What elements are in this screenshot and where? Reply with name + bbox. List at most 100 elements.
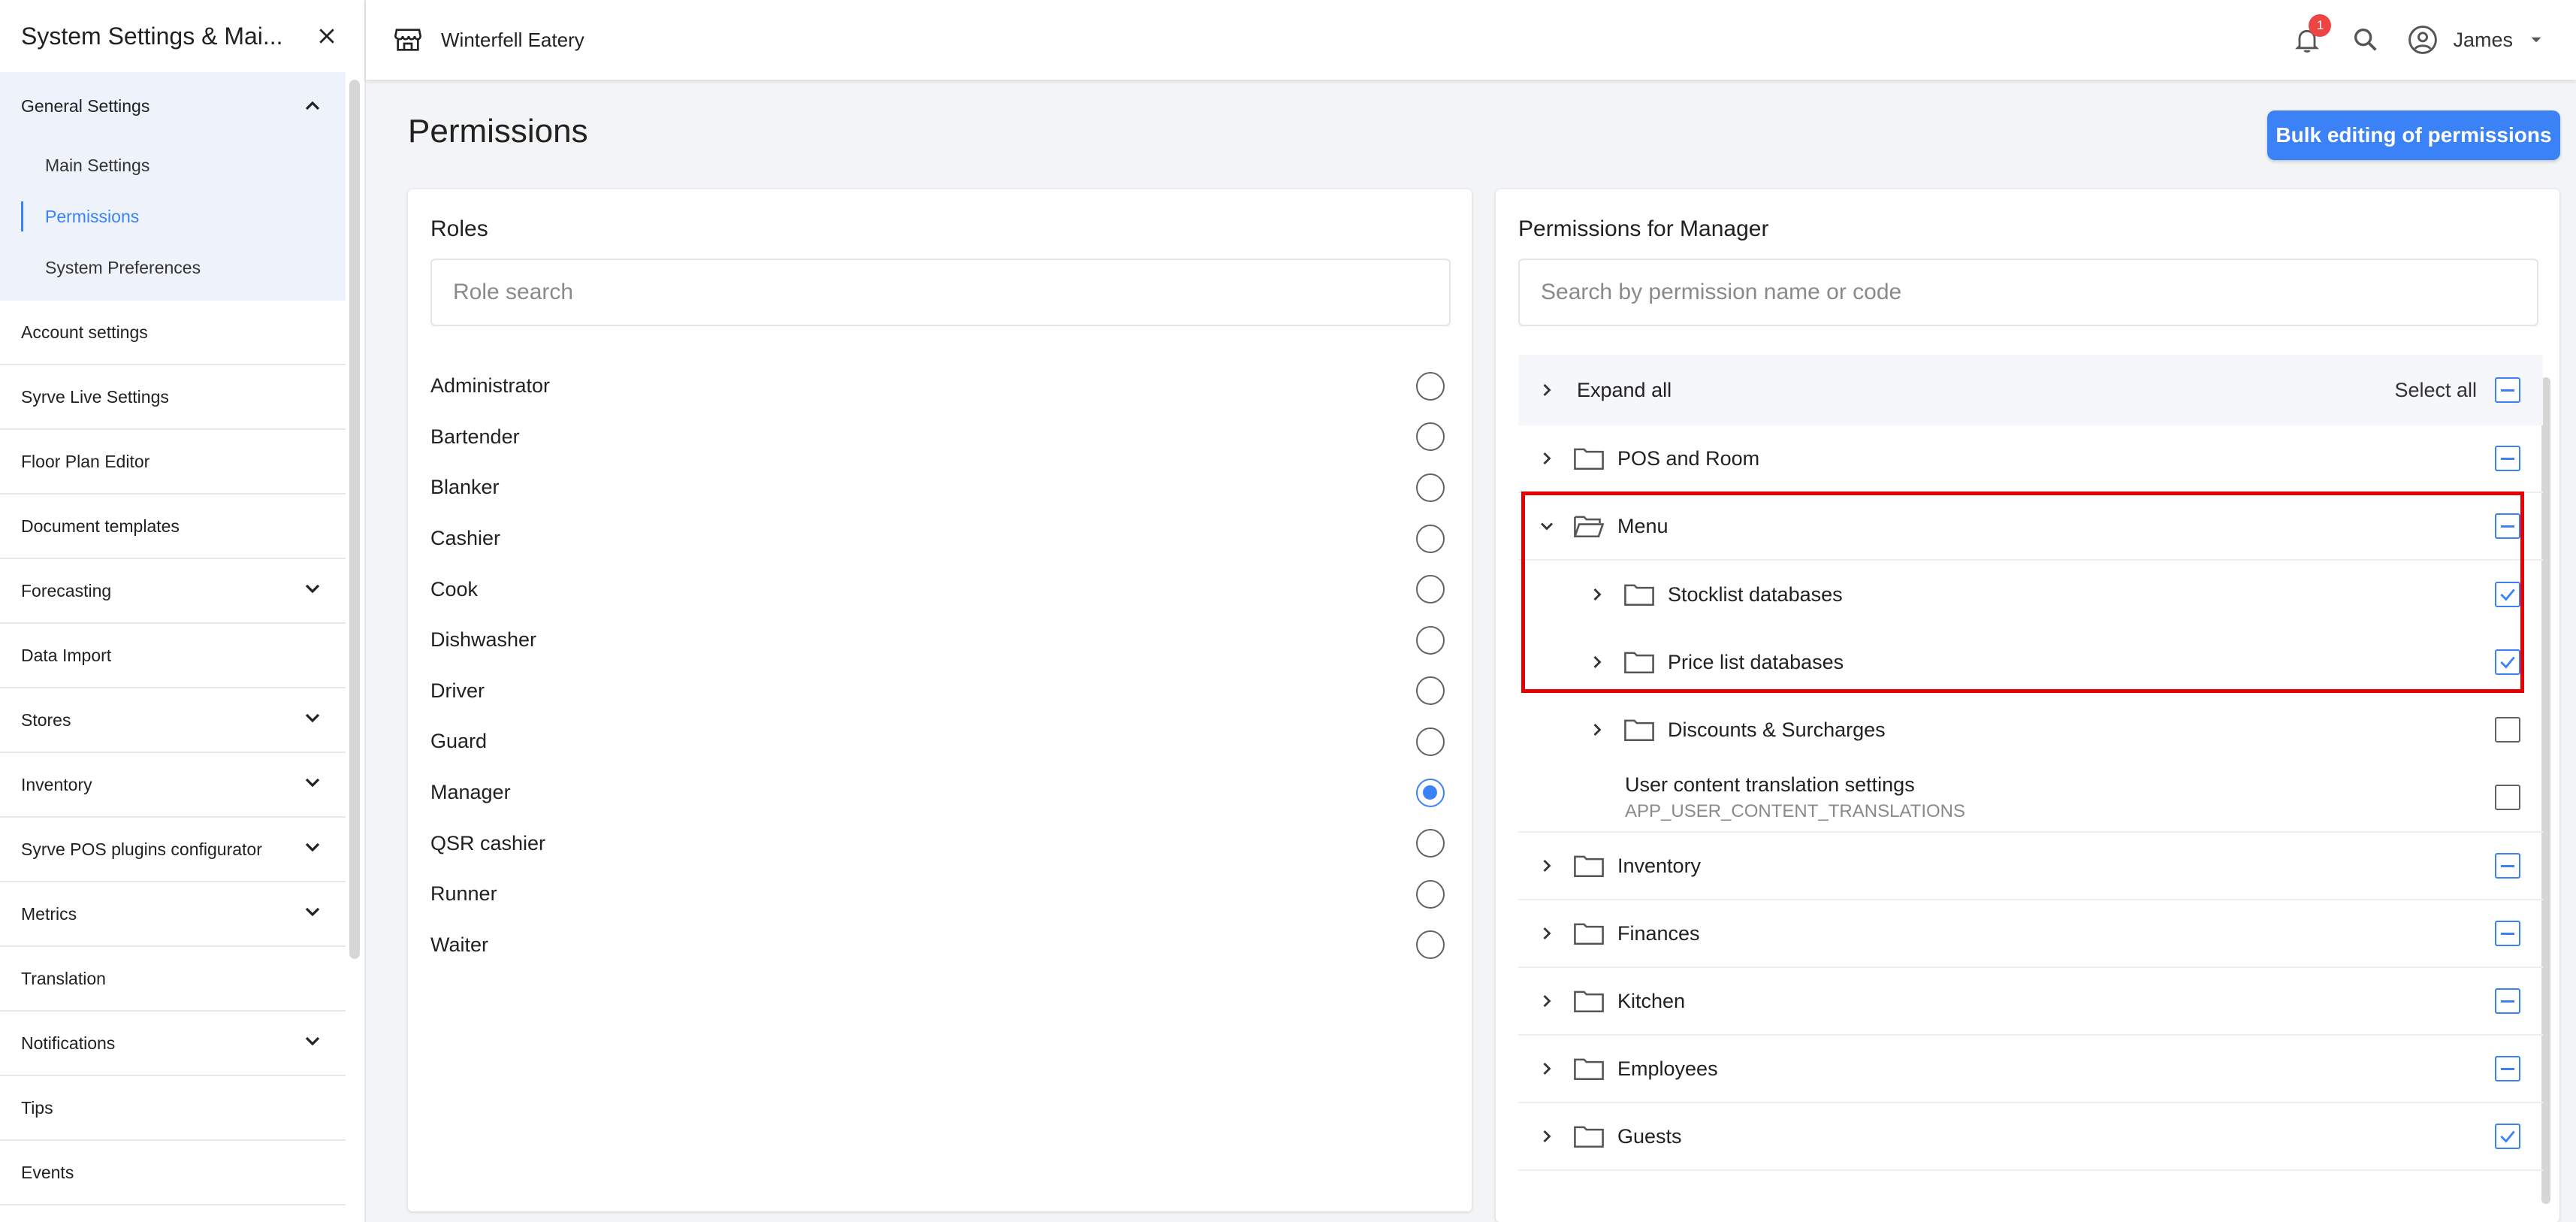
select-all-checkbox[interactable] [2495,377,2520,403]
sidebar-items: Account settings Syrve Live Settings Floor… [0,301,364,1205]
role-radio[interactable] [1416,371,1445,401]
sidebar-item-inventory[interactable]: Inventory [0,753,346,818]
sidebar-item-tips[interactable]: Tips [0,1076,346,1141]
permission-checkbox[interactable] [2495,446,2520,471]
permission-group-stocklist-databases[interactable]: Stocklist databases [1518,561,2543,628]
role-radio[interactable] [1416,524,1445,553]
sidebar-item-translation[interactable]: Translation [0,947,346,1012]
permission-item-user-content-translation[interactable]: User content translation settings APP_US… [1518,764,2543,833]
permission-group-employees[interactable]: Employees [1518,1036,2543,1103]
permission-group-discounts-surcharges[interactable]: Discounts & Surcharges [1518,696,2543,764]
role-radio[interactable] [1416,625,1445,655]
sidebar-item-account-settings[interactable]: Account settings [0,301,346,365]
role-item[interactable]: QSR cashier [430,818,1455,869]
role-item[interactable]: Administrator [430,361,1455,412]
permission-group-price-list-databases[interactable]: Price list databases [1518,628,2543,696]
sidebar-sub-permissions[interactable]: Permissions [0,191,346,242]
sidebar-item-general-settings[interactable]: General Settings [0,72,346,140]
permission-checkbox[interactable] [2495,921,2520,946]
sidebar-item-document-templates[interactable]: Document templates [0,495,346,559]
permission-checkbox[interactable] [2495,1124,2520,1149]
chevron-right-icon[interactable] [1582,579,1612,609]
role-item[interactable]: Cashier [430,513,1455,564]
role-item[interactable]: Waiter [430,920,1455,971]
role-item[interactable]: Cook [430,564,1455,615]
sidebar-scrollbar[interactable] [349,80,360,959]
store-selector[interactable]: Winterfell Eatery [393,25,584,55]
sidebar-item-events[interactable]: Events [0,1141,346,1205]
role-radio[interactable] [1416,727,1445,756]
notifications-button[interactable]: 1 [2289,14,2332,58]
permission-checkbox[interactable] [2495,513,2520,539]
topbar-actions: 1 James [2289,14,2546,58]
sidebar-sub-main-settings[interactable]: Main Settings [0,140,346,191]
user-name: James [2453,28,2513,51]
role-radio[interactable] [1416,829,1445,858]
role-radio[interactable] [1416,930,1445,960]
role-item[interactable]: Runner [430,869,1455,920]
role-search-input[interactable] [430,259,1451,326]
permission-checkbox[interactable] [2495,853,2520,879]
close-icon[interactable] [310,20,343,53]
role-item[interactable]: Guard [430,716,1455,767]
sidebar-item-label: Document templates [21,516,180,536]
permission-group-guests[interactable]: Guests [1518,1103,2543,1171]
chevron-right-icon[interactable] [1532,443,1562,473]
role-label: Blanker [430,476,500,499]
role-item[interactable]: Dishwasher [430,615,1455,666]
sidebar-item-metrics[interactable]: Metrics [0,882,346,947]
permission-checkbox[interactable] [2495,717,2520,743]
chevron-right-icon[interactable] [1582,715,1612,745]
role-item[interactable]: Bartender [430,412,1455,463]
role-radio[interactable] [1416,778,1445,807]
bulk-edit-permissions-button[interactable]: Bulk editing of permissions [2267,110,2560,160]
role-radio[interactable] [1416,879,1445,909]
permission-tree: Expand all Select all POS and Room Menu … [1518,355,2543,1222]
permission-group-inventory[interactable]: Inventory [1518,833,2543,900]
chevron-right-icon[interactable] [1532,851,1562,881]
permission-label: Menu [1617,514,1669,537]
role-item[interactable]: Manager [430,767,1455,818]
sidebar-item-notifications[interactable]: Notifications [0,1012,346,1076]
sidebar-sub-system-preferences[interactable]: System Preferences [0,242,346,293]
role-radio[interactable] [1416,422,1445,452]
chevron-right-icon[interactable] [1532,918,1562,948]
permission-checkbox[interactable] [2495,1056,2520,1081]
role-item[interactable]: Driver [430,666,1455,717]
chevron-right-icon[interactable] [1532,1054,1562,1084]
permission-checkbox[interactable] [2495,785,2520,810]
role-radio[interactable] [1416,575,1445,604]
sidebar-item-floor-plan-editor[interactable]: Floor Plan Editor [0,430,346,495]
sidebar-item-forecasting[interactable]: Forecasting [0,559,346,624]
permission-group-pos-and-room[interactable]: POS and Room [1518,425,2543,493]
role-item[interactable]: Blanker [430,462,1455,513]
sidebar-item-data-import[interactable]: Data Import [0,624,346,688]
permission-group-kitchen[interactable]: Kitchen [1518,968,2543,1036]
chevron-down-icon [300,706,325,734]
roles-card: Roles Administrator Bartender Blanker Cashi… [408,189,1472,1211]
chevron-down-icon[interactable] [1532,511,1562,541]
permission-checkbox[interactable] [2495,582,2520,607]
role-radio[interactable] [1416,676,1445,706]
role-label: Waiter [430,933,489,956]
permission-checkbox[interactable] [2495,649,2520,675]
role-radio[interactable] [1416,473,1445,502]
permission-label: User content translation settings [1625,773,1915,796]
sidebar-item-stores[interactable]: Stores [0,688,346,753]
sidebar-item-syrve-live-settings[interactable]: Syrve Live Settings [0,365,346,430]
search-icon[interactable] [2351,25,2381,55]
permission-group-finances[interactable]: Finances [1518,900,2543,968]
role-label: Cook [430,577,479,600]
chevron-right-icon[interactable] [1532,986,1562,1016]
user-menu[interactable]: James [2406,23,2546,56]
permission-checkbox[interactable] [2495,988,2520,1014]
sidebar-item-syrve-pos-plugins-configurator[interactable]: Syrve POS plugins configurator [0,818,346,882]
permission-group-menu[interactable]: Menu [1518,493,2543,561]
expand-all-label[interactable]: Expand all [1577,379,1672,402]
caret-down-icon [2531,37,2541,43]
chevron-right-icon[interactable] [1582,647,1612,677]
folder-icon [1572,1055,1605,1082]
chevron-right-icon[interactable] [1532,1121,1562,1151]
chevron-right-icon[interactable] [1532,375,1562,405]
permission-search-input[interactable] [1518,259,2538,326]
